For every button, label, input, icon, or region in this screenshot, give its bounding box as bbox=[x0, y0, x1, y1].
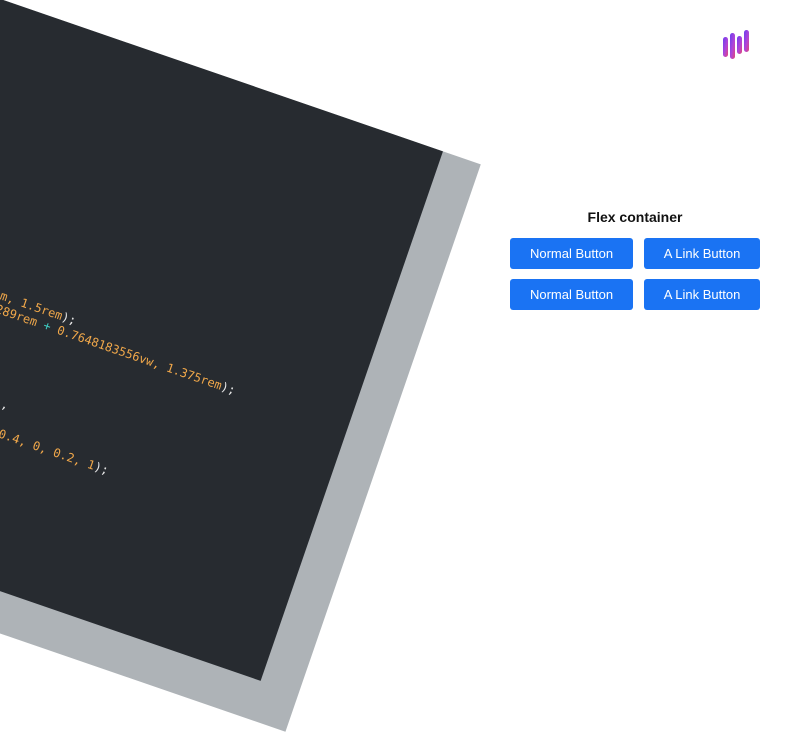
bars-logo-icon bbox=[723, 30, 749, 59]
normal-button[interactable]: Normal Button bbox=[510, 238, 633, 269]
link-button[interactable]: A Link Button bbox=[644, 279, 760, 310]
flex-container: Normal Button A Link Button Normal Butto… bbox=[510, 238, 760, 310]
normal-button[interactable]: Normal Button bbox=[510, 279, 633, 310]
code-editor[interactable]: 12.Button { max-height: 3em; min-height:… bbox=[0, 0, 443, 681]
link-button[interactable]: A Link Button bbox=[644, 238, 760, 269]
flex-container-title: Flex container bbox=[587, 209, 683, 225]
code-editor-panel: 12.Button { max-height: 3em; min-height:… bbox=[0, 0, 481, 732]
